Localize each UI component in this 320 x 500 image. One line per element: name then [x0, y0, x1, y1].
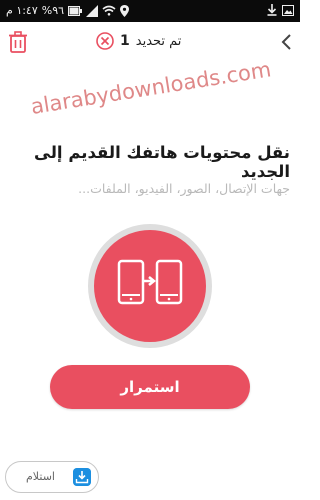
- battery-percent: %٩٦: [41, 4, 65, 17]
- image-notification-icon: [282, 4, 294, 16]
- status-left: ١:٤٧ م %٩٦: [6, 4, 130, 17]
- receive-button-label: استلام: [26, 470, 55, 483]
- selection-summary: 1 تم تحديد: [96, 30, 181, 52]
- app-header: 1 تم تحديد: [0, 22, 300, 60]
- chevron-left-icon[interactable]: [280, 33, 294, 51]
- status-time: ١:٤٧ م: [6, 4, 38, 17]
- location-icon: [120, 4, 130, 17]
- watermark-text: alarabydownloads.com: [29, 60, 273, 119]
- receive-inbox-icon: [73, 468, 91, 486]
- clear-selection-icon[interactable]: [96, 32, 114, 50]
- trash-icon[interactable]: [8, 31, 28, 53]
- receive-button[interactable]: استلام: [5, 461, 99, 493]
- status-right: [267, 4, 294, 16]
- signal-icon: [86, 4, 99, 17]
- watermark: alarabydownloads.com: [29, 60, 273, 119]
- phone-transfer-icon: [88, 224, 212, 348]
- continue-button[interactable]: استمرار: [50, 365, 250, 409]
- download-icon: [267, 4, 277, 16]
- wifi-icon: [102, 5, 116, 16]
- battery-icon: [68, 5, 83, 16]
- selected-label: تم تحديد: [135, 33, 182, 49]
- selected-count: 1: [120, 33, 130, 49]
- page-title: نقل محتويات هاتفك القديم إلى الجديد: [34, 143, 290, 181]
- page-subtitle: جهات الإتصال، الصور، الفيديو، الملفات...: [78, 181, 290, 196]
- status-bar: ١:٤٧ م %٩٦: [0, 0, 300, 22]
